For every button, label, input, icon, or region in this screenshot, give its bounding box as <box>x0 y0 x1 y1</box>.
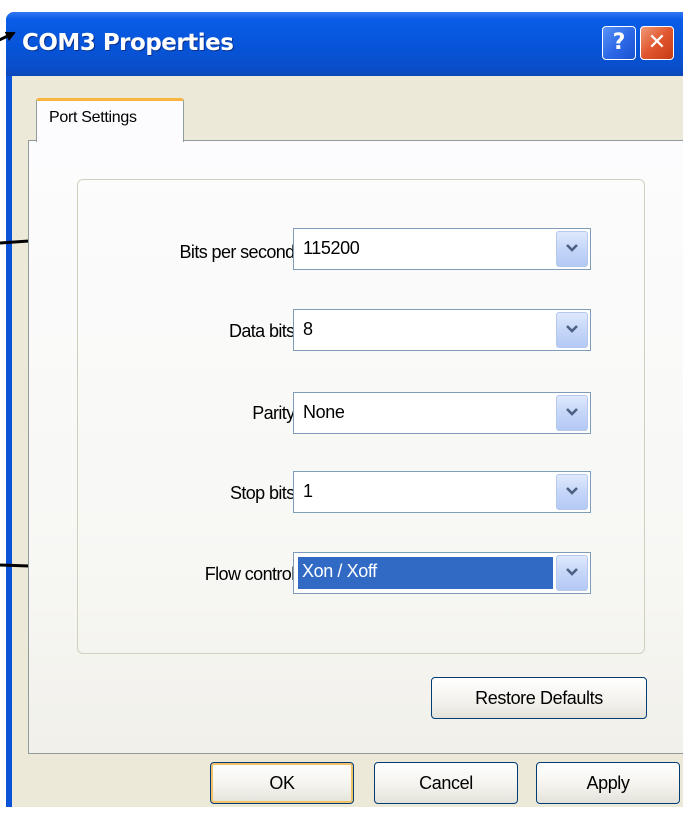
title-bar[interactable]: COM3 Properties ? ✕ <box>6 12 683 76</box>
restore-defaults-button[interactable]: Restore Defaults <box>431 677 647 719</box>
close-button[interactable]: ✕ <box>640 26 674 60</box>
data-bits-value: 8 <box>303 319 313 339</box>
close-icon: ✕ <box>647 30 667 55</box>
chevron-down-icon <box>566 568 578 576</box>
bits-per-second-value: 115200 <box>303 238 360 258</box>
parity-dropdown-button[interactable] <box>556 395 588 431</box>
flow-control-label: Flow control: <box>204 564 300 584</box>
parity-dropdown[interactable]: None <box>293 392 591 434</box>
tab-port-settings[interactable]: Port Settings <box>36 98 184 142</box>
data-bits-dropdown-button[interactable] <box>556 312 588 348</box>
cancel-button[interactable]: Cancel <box>374 762 518 804</box>
ok-button[interactable]: OK <box>210 762 354 804</box>
bits-per-second-dropdown[interactable]: 115200 <box>293 228 591 270</box>
window-title: COM3 Properties <box>22 30 234 56</box>
apply-button[interactable]: Apply <box>536 762 680 804</box>
flow-control-dropdown-button[interactable] <box>556 555 588 591</box>
tab-panel-port-settings: Bits per second: 115200 Data bits: 8 Par… <box>28 140 683 754</box>
screenshot-canvas: COM3 Properties ? ✕ Port Settings Bits p… <box>0 0 683 819</box>
port-settings-group: Bits per second: 115200 Data bits: 8 Par… <box>77 179 645 654</box>
help-button[interactable]: ? <box>602 26 636 60</box>
tab-label: Port Settings <box>49 109 137 126</box>
stop-bits-dropdown-button[interactable] <box>556 474 588 510</box>
chevron-down-icon <box>566 408 578 416</box>
parity-label: Parity: <box>252 403 299 423</box>
stop-bits-label: Stop bits: <box>229 483 300 503</box>
chevron-down-icon <box>566 244 578 252</box>
parity-value: None <box>303 402 345 422</box>
dialog-window: COM3 Properties ? ✕ Port Settings Bits p… <box>6 12 683 807</box>
flow-control-value: Xon / Xoff <box>302 561 377 581</box>
help-icon: ? <box>612 30 626 55</box>
data-bits-dropdown[interactable]: 8 <box>293 309 591 351</box>
dialog-client-area: Port Settings Bits per second: 115200 Da… <box>12 76 683 807</box>
chevron-down-icon <box>566 487 578 495</box>
bits-per-second-label: Bits per second: <box>179 242 300 262</box>
chevron-down-icon <box>566 325 578 333</box>
stop-bits-value: 1 <box>303 481 313 501</box>
bits-per-second-dropdown-button[interactable] <box>556 231 588 267</box>
stop-bits-dropdown[interactable]: 1 <box>293 471 591 513</box>
data-bits-label: Data bits: <box>228 321 300 341</box>
flow-control-dropdown[interactable]: Xon / Xoff <box>293 552 591 594</box>
